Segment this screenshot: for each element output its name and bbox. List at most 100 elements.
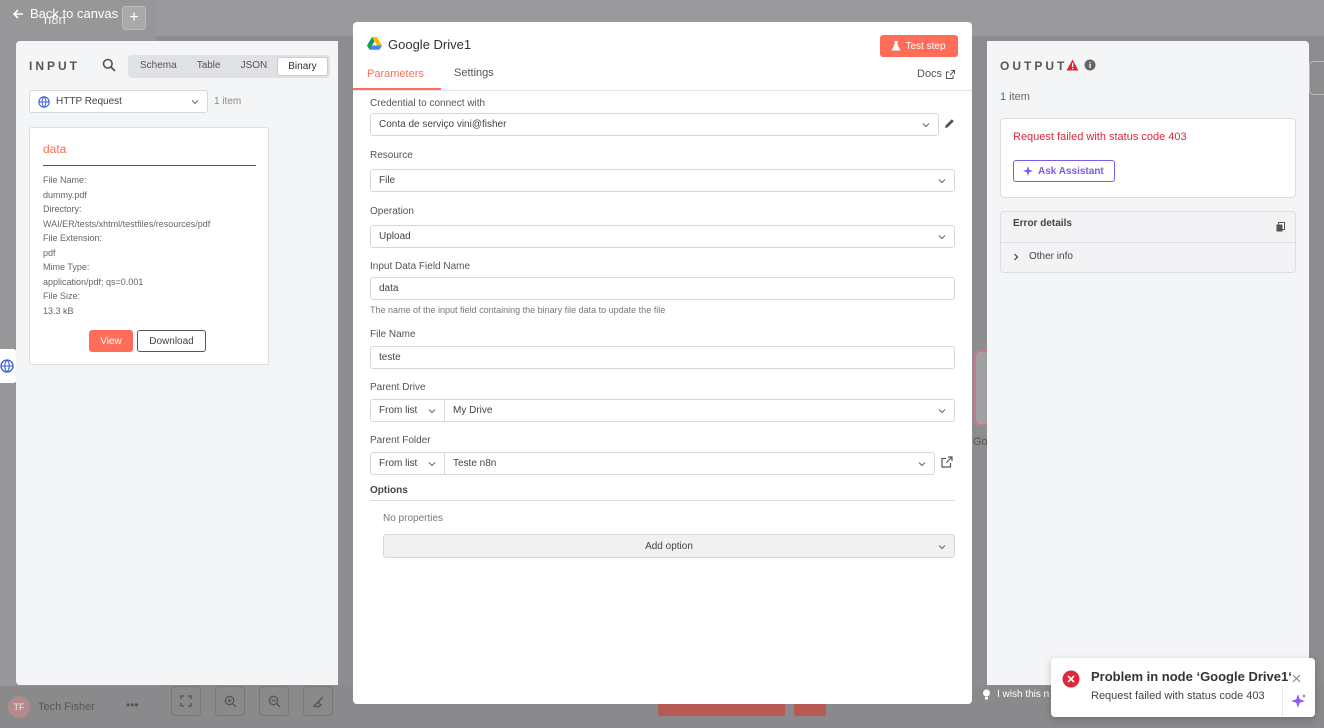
assistant-launcher[interactable] xyxy=(1282,686,1314,716)
meta-value: application/pdf; qs=0.001 xyxy=(43,276,144,287)
resource-label: Resource xyxy=(370,150,413,161)
test-step-label: Test step xyxy=(905,40,946,52)
operation-label: Operation xyxy=(370,206,414,217)
chevron-down-icon xyxy=(922,121,930,129)
canvas-side-button xyxy=(1309,61,1324,95)
canvas-node-peek[interactable] xyxy=(0,349,17,383)
node-editor: Google Drive1 Test step Parameters Setti… xyxy=(353,22,972,704)
tab-parameters[interactable]: Parameters xyxy=(367,68,424,80)
meta-value: dummy.pdf xyxy=(43,189,87,200)
meta-value: WAI/ER/tests/xhtml/testfiles/resources/p… xyxy=(43,218,211,229)
parent-folder-mode: From list xyxy=(379,458,418,469)
output-panel: OUTPUT 1 item Request failed with status… xyxy=(987,41,1309,685)
binary-card-title: data xyxy=(43,142,67,156)
warning-icon xyxy=(1066,59,1079,71)
error-details-title: Error details xyxy=(1013,218,1072,229)
broom-icon xyxy=(312,695,325,708)
info-icon[interactable] xyxy=(1084,59,1096,71)
error-toast: Problem in node ‘Google Drive1‘ Request … xyxy=(1051,658,1315,717)
fit-view-button[interactable] xyxy=(171,686,201,716)
meta-value: pdf xyxy=(43,247,56,258)
file-metadata: File Name: dummy.pdf Directory: WAI/ER/t… xyxy=(43,173,210,318)
operation-value: Upload xyxy=(379,231,411,242)
close-icon[interactable] xyxy=(1292,674,1301,683)
resource-select[interactable]: File xyxy=(370,169,955,192)
options-divider xyxy=(370,500,955,501)
globe-icon xyxy=(0,359,14,373)
parent-folder-mode-select[interactable]: From list xyxy=(370,452,445,475)
credential-label: Credential to connect with xyxy=(370,98,486,109)
chevron-right-icon xyxy=(1013,253,1019,261)
chevron-down-icon xyxy=(191,98,199,106)
credential-select[interactable]: Conta de serviço vini@fisher xyxy=(370,113,939,136)
input-field-label: Input Data Field Name xyxy=(370,261,471,272)
input-title: INPUT xyxy=(29,59,80,73)
chevron-down-icon xyxy=(938,233,946,241)
docs-link[interactable]: Docs xyxy=(917,68,956,80)
meta-key: File Size: xyxy=(43,291,81,301)
parent-drive-mode-select[interactable]: From list xyxy=(370,399,445,422)
output-item-count: 1 item xyxy=(1000,91,1030,103)
ask-assistant-label: Ask Assistant xyxy=(1038,165,1104,177)
chevron-down-icon xyxy=(428,460,436,468)
meta-key: File Extension: xyxy=(43,233,103,243)
canvas-node-label: Go xyxy=(973,436,988,448)
back-label: Back to canvas xyxy=(30,6,119,21)
feedback-bar[interactable]: I wish this n xyxy=(982,689,1049,700)
zoom-out-button[interactable] xyxy=(259,686,289,716)
chevron-down-icon xyxy=(938,177,946,185)
copy-icon[interactable] xyxy=(1276,222,1285,232)
other-info-label: Other info xyxy=(1029,251,1073,262)
credential-value: Conta de serviço vini@fisher xyxy=(379,119,507,130)
test-step-button[interactable]: Test step xyxy=(880,35,958,57)
item-count: 1 item xyxy=(214,96,242,107)
pencil-icon[interactable] xyxy=(944,118,955,129)
parent-drive-select[interactable]: My Drive xyxy=(444,399,955,422)
divider xyxy=(43,165,256,166)
view-button[interactable]: View xyxy=(89,330,133,352)
feedback-text: I wish this n xyxy=(997,689,1050,700)
binary-data-card: data File Name: dummy.pdf Directory: WAI… xyxy=(29,127,269,365)
more-dots-icon[interactable]: ••• xyxy=(126,698,139,712)
sparkle-icon xyxy=(1023,166,1033,176)
parent-folder-label: Parent Folder xyxy=(370,435,431,446)
tidy-up-button[interactable] xyxy=(303,686,333,716)
open-folder-external-icon[interactable] xyxy=(941,456,953,468)
sparkle-icon xyxy=(1290,693,1307,709)
tab-json[interactable]: JSON xyxy=(231,57,278,76)
input-field-name-input[interactable]: data xyxy=(370,277,955,300)
meta-key: Directory: xyxy=(43,204,82,214)
add-option-label: Add option xyxy=(645,540,693,552)
download-button[interactable]: Download xyxy=(137,330,206,352)
google-drive-icon xyxy=(367,37,382,50)
output-title: OUTPUT xyxy=(1000,59,1068,73)
error-details-panel: Error details Other info xyxy=(1000,211,1296,273)
error-box: Request failed with status code 403 Ask … xyxy=(1000,118,1296,198)
parent-folder-select[interactable]: Teste n8n xyxy=(444,452,935,475)
details-divider xyxy=(1001,242,1295,243)
zoom-in-button[interactable] xyxy=(215,686,245,716)
display-mode-tabs: Schema Table JSON Binary xyxy=(128,55,330,78)
ask-assistant-button[interactable]: Ask Assistant xyxy=(1013,160,1115,182)
tab-binary[interactable]: Binary xyxy=(277,57,328,76)
back-to-canvas-link[interactable]: Back to canvas xyxy=(12,6,118,21)
tab-table[interactable]: Table xyxy=(187,57,231,76)
add-option-button[interactable]: Add option xyxy=(383,534,955,558)
parent-drive-label: Parent Drive xyxy=(370,382,426,393)
file-name-label: File Name xyxy=(370,329,416,340)
tab-schema[interactable]: Schema xyxy=(130,57,187,76)
search-icon[interactable] xyxy=(102,58,116,72)
tab-settings[interactable]: Settings xyxy=(454,67,494,79)
flask-icon xyxy=(892,41,901,51)
file-name-input[interactable]: teste xyxy=(370,346,955,369)
meta-key: File Name: xyxy=(43,175,87,185)
source-node-select[interactable]: HTTP Request xyxy=(29,90,208,113)
meta-value: 13.3 kB xyxy=(43,305,74,316)
user-menu[interactable]: TF Tech Fisher xyxy=(8,696,95,718)
other-info-toggle[interactable]: Other info xyxy=(1013,251,1073,262)
arrow-left-icon xyxy=(12,8,24,20)
node-title: Google Drive1 xyxy=(388,37,472,52)
operation-select[interactable]: Upload xyxy=(370,225,955,248)
add-workflow-button[interactable]: + xyxy=(122,6,146,30)
tabs-divider xyxy=(353,90,972,91)
